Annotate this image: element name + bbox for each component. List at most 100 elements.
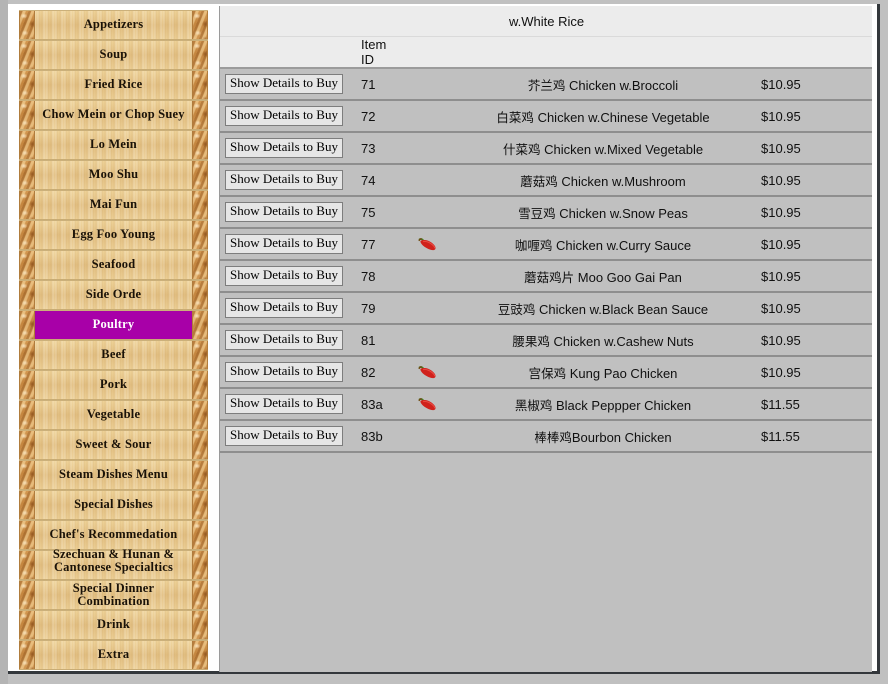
spicy-indicator-cell [401, 260, 453, 293]
sidebar-item-szechuan-hunan-cantonese-specialtics[interactable]: Szechuan & Hunan & Cantonese Specialtics [19, 547, 208, 580]
sidebar-item-label: Special Dishes [74, 497, 153, 512]
dish-name-chinese: 豆豉鸡 [497, 301, 536, 317]
show-details-to-buy-button[interactable]: Show Details to Buy [225, 394, 343, 414]
price-cell: $11.55 [753, 420, 872, 453]
sidebar-item-vegetable[interactable]: Vegetable [19, 400, 208, 430]
table-row: Show Details to Buy 83a 黑椒鸡 Black Peppper … [220, 388, 872, 421]
item-id-cell: 77 [353, 228, 401, 261]
table-row: Show Details to Buy 82 宫保鸡 Kung Pao Chicke… [220, 356, 872, 389]
sidebar-item-seafood[interactable]: Seafood [19, 250, 208, 280]
table-row: Show Details to Buy 79 豆豉鸡 Chicken w.Black… [220, 292, 872, 325]
action-cell: Show Details to Buy [220, 292, 353, 325]
action-cell: Show Details to Buy [220, 388, 353, 421]
dish-name-cell: 腰果鸡 Chicken w.Cashew Nuts [453, 324, 753, 357]
sidebar-item-beef[interactable]: Beef [19, 340, 208, 370]
table-row: Show Details to Buy 72 白菜鸡 Chicken w.Chine… [220, 100, 872, 133]
dish-name-english: Moo Goo Gai Pan [577, 269, 682, 285]
dish-name-chinese: 什菜鸡 [502, 141, 541, 157]
sidebar-item-egg-foo-young[interactable]: Egg Foo Young [19, 220, 208, 250]
sidebar-item-extra[interactable]: Extra [19, 640, 208, 670]
sidebar-item-label: Sweet & Sour [75, 437, 152, 452]
sidebar-item-label: Drink [97, 617, 130, 632]
item-id-cell: 71 [353, 68, 401, 101]
dish-name-english: Chicken w.Curry Sauce [556, 237, 692, 253]
spicy-indicator-cell [401, 228, 453, 261]
sidebar-item-label: Egg Foo Young [71, 227, 156, 242]
item-id-cell: 82 [353, 356, 401, 389]
dish-name-cell: 蘑菇鸡 Chicken w.Mushroom [453, 164, 753, 197]
sidebar-item-lo-mein[interactable]: Lo Mein [19, 130, 208, 160]
sidebar-item-steam-dishes-menu[interactable]: Steam Dishes Menu [19, 460, 208, 490]
dish-name-chinese: 咖喱鸡 [514, 237, 553, 253]
sidebar-item-chow-mein-or-chop-suey[interactable]: Chow Mein or Chop Suey [19, 100, 208, 130]
sidebar-item-special-dinner-combination[interactable]: Special Dinner Combination [19, 580, 208, 610]
action-cell: Show Details to Buy [220, 228, 353, 261]
spicy-indicator-cell [401, 324, 453, 357]
show-details-to-buy-button[interactable]: Show Details to Buy [225, 330, 343, 350]
sidebar-item-drink[interactable]: Drink [19, 610, 208, 640]
sidebar-item-moo-shu[interactable]: Moo Shu [19, 160, 208, 190]
dish-name-cell: 咖喱鸡 Chicken w.Curry Sauce [453, 228, 753, 261]
dish-name-chinese: 白菜鸡 [496, 109, 534, 125]
dish-name-english: Black Peppper Chicken [556, 397, 692, 413]
show-details-to-buy-button[interactable]: Show Details to Buy [225, 234, 343, 254]
sidebar-item-mai-fun[interactable]: Mai Fun [19, 190, 208, 220]
header-action-column [220, 36, 353, 69]
action-cell: Show Details to Buy [220, 100, 353, 133]
sidebar-item-label: Poultry [92, 317, 135, 332]
menu-items-table: w.White Rice Item ID Show Details to Buy 71… [220, 6, 872, 453]
item-id-cell: 83a [353, 388, 401, 421]
sidebar-item-label: Pork [99, 377, 128, 392]
show-details-to-buy-button[interactable]: Show Details to Buy [225, 138, 343, 158]
table-row: Show Details to Buy 81 腰果鸡 Chicken w.Cashe… [220, 324, 872, 357]
item-id-cell: 75 [353, 196, 401, 229]
header-price [753, 36, 872, 69]
dish-name-english: Chicken w.Cashew Nuts [553, 333, 694, 349]
dish-name-chinese: 腰果鸡 [512, 333, 550, 349]
dish-name-chinese: 芥兰鸡 [527, 77, 566, 93]
dish-name-cell: 芥兰鸡 Chicken w.Broccoli [453, 68, 753, 101]
sidebar-item-appetizers[interactable]: Appetizers [19, 10, 208, 40]
show-details-to-buy-button[interactable]: Show Details to Buy [225, 266, 343, 286]
sidebar-item-side-orde[interactable]: Side Orde [19, 280, 208, 310]
show-details-to-buy-button[interactable]: Show Details to Buy [225, 170, 343, 190]
action-cell: Show Details to Buy [220, 260, 353, 293]
price-cell: $10.95 [753, 68, 872, 101]
show-details-to-buy-button[interactable]: Show Details to Buy [225, 202, 343, 222]
spicy-indicator-cell [401, 164, 453, 197]
action-cell: Show Details to Buy [220, 132, 353, 165]
dish-name-cell: 什菜鸡 Chicken w.Mixed Vegetable [453, 132, 753, 165]
sidebar-item-soup[interactable]: Soup [19, 40, 208, 70]
spicy-chili-icon [416, 397, 438, 412]
dish-name-english: Chicken w.Black Bean Sauce [539, 301, 709, 317]
dish-name-english: Bourbon Chicken [571, 429, 672, 445]
table-row: Show Details to Buy 78 蘑菇鸡片 Moo Goo Gai Pa… [220, 260, 872, 293]
sidebar-item-sweet-sour[interactable]: Sweet & Sour [19, 430, 208, 460]
sidebar-item-label: Chow Mein or Chop Suey [42, 107, 185, 122]
show-details-to-buy-button[interactable]: Show Details to Buy [225, 106, 343, 126]
sidebar-item-special-dishes[interactable]: Special Dishes [19, 490, 208, 520]
show-details-to-buy-button[interactable]: Show Details to Buy [225, 426, 343, 446]
price-cell: $10.95 [753, 356, 872, 389]
sidebar-item-poultry[interactable]: Poultry [19, 310, 208, 340]
sidebar-item-label: Special Dinner Combination [72, 580, 155, 608]
dish-name-english: Chicken w.Mixed Vegetable [544, 141, 704, 157]
spicy-indicator-cell [401, 356, 453, 389]
dish-name-cell: 棒棒鸡Bourbon Chicken [453, 420, 753, 453]
sidebar-item-label: Soup [99, 47, 128, 62]
show-details-to-buy-button[interactable]: Show Details to Buy [225, 74, 343, 94]
section-title: w.White Rice [220, 6, 872, 37]
sidebar-item-chef-s-recommedation[interactable]: Chef's Recommedation [19, 520, 208, 550]
column-header-row: Item ID [220, 36, 872, 69]
item-id-cell: 83b [353, 420, 401, 453]
category-sidebar: Appetizers Soup Fried Rice Chow Mein or Cho… [19, 10, 208, 670]
dish-name-cell: 豆豉鸡 Chicken w.Black Bean Sauce [453, 292, 753, 325]
show-details-to-buy-button[interactable]: Show Details to Buy [225, 362, 343, 382]
dish-name-cell: 雪豆鸡 Chicken w.Snow Peas [453, 196, 753, 229]
price-cell: $10.95 [753, 260, 872, 293]
sidebar-item-fried-rice[interactable]: Fried Rice [19, 70, 208, 100]
table-row: Show Details to Buy 71 芥兰鸡 Chicken w.Brocc… [220, 68, 872, 101]
header-item-id: Item ID [353, 36, 401, 69]
sidebar-item-pork[interactable]: Pork [19, 370, 208, 400]
show-details-to-buy-button[interactable]: Show Details to Buy [225, 298, 343, 318]
